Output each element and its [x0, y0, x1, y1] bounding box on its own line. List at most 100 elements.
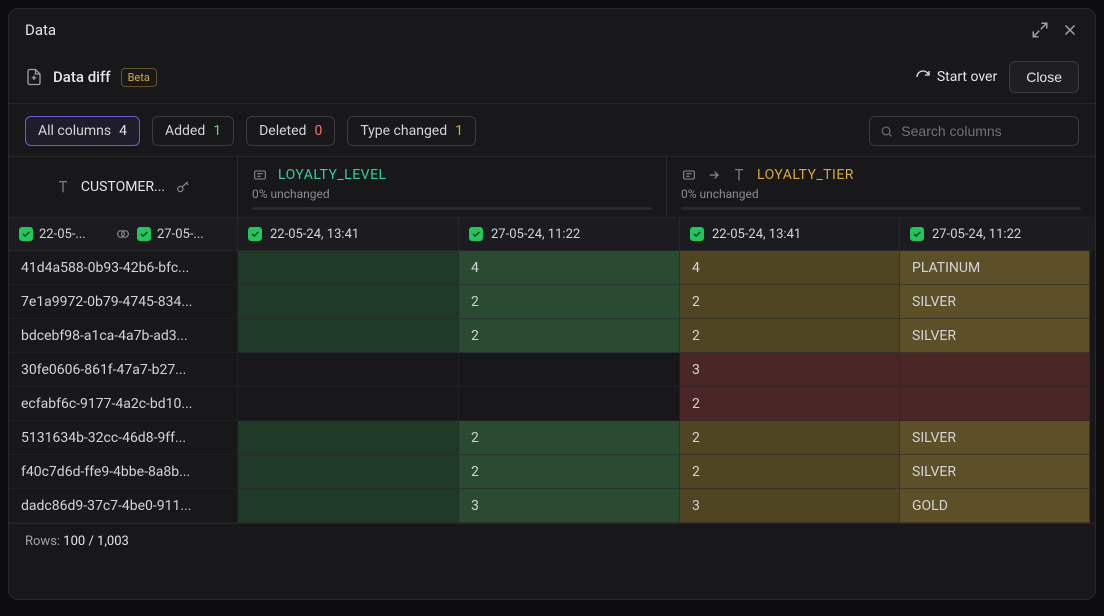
table-row[interactable]: 30fe0606-861f-47a7-b27... 3 — [9, 353, 1095, 387]
snapshot-b: 27-05-24, 11:22 — [932, 227, 1021, 242]
table-cell: bdcebf98-a1ca-4a7b-ad3... — [9, 319, 238, 353]
table: CUSTOMER... LOYALTY_LEVEL 0% unchanged L… — [9, 156, 1095, 599]
table-cell: SILVER — [900, 285, 1090, 319]
table-cell: 30fe0606-861f-47a7-b27... — [9, 353, 238, 387]
table-cell: 2 — [680, 319, 900, 353]
table-row[interactable]: 41d4a588-0b93-42b6-bfc...44PLATINUM — [9, 251, 1095, 285]
table-cell: SILVER — [900, 455, 1090, 489]
filters-bar: All columns 4 Added 1 Deleted 0 Type cha… — [9, 104, 1095, 156]
table-cell — [238, 251, 459, 285]
search-icon — [880, 124, 893, 139]
table-cell — [459, 353, 680, 387]
start-over-button[interactable]: Start over — [915, 69, 997, 85]
table-cell: 2 — [459, 421, 680, 455]
number-type-icon — [252, 167, 268, 183]
column-header-loyalty-level[interactable]: LOYALTY_LEVEL 0% unchanged — [238, 157, 667, 217]
table-cell: ecfabf6c-9177-4a2c-bd10... — [9, 387, 238, 421]
check-icon — [910, 227, 924, 241]
close-icon[interactable] — [1061, 21, 1079, 39]
modal-title: Data — [25, 21, 56, 39]
table-row[interactable]: f40c7d6d-ffe9-4bbe-8a8b...22SILVER — [9, 455, 1095, 489]
column-header-loyalty-tier[interactable]: LOYALTY_TIER 0% unchanged — [667, 157, 1095, 217]
column-label: LOYALTY_TIER — [757, 167, 854, 183]
table-cell — [238, 387, 459, 421]
column-label: CUSTOMER... — [81, 179, 165, 195]
table-cell — [900, 387, 1090, 421]
table-cell — [238, 319, 459, 353]
toolbar: Data diff Beta Start over Close — [9, 51, 1095, 104]
filter-all-columns[interactable]: All columns 4 — [25, 116, 140, 146]
table-cell: 3 — [680, 353, 900, 387]
filter-added[interactable]: Added 1 — [152, 116, 234, 146]
check-icon — [19, 227, 33, 241]
table-row[interactable]: bdcebf98-a1ca-4a7b-ad3...22SILVER — [9, 319, 1095, 353]
table-cell: 5131634b-32cc-46d8-9ff... — [9, 421, 238, 455]
table-cell — [238, 285, 459, 319]
close-button[interactable]: Close — [1009, 61, 1079, 93]
key-icon — [175, 179, 191, 195]
snapshot-cell: 22-05-24, 13:41 — [680, 217, 900, 251]
snapshot-b-short: 27-05-... — [157, 227, 204, 242]
table-cell — [238, 421, 459, 455]
snapshot-a: 22-05-24, 13:41 — [712, 227, 801, 242]
table-cell: PLATINUM — [900, 251, 1090, 285]
table-cell: 2 — [680, 455, 900, 489]
text-type-icon — [731, 167, 747, 183]
table-row[interactable]: 5131634b-32cc-46d8-9ff...22SILVER — [9, 421, 1095, 455]
snapshot-id-cell: 22-05-... 27-05-... — [9, 217, 238, 251]
snapshot-cell: 27-05-24, 11:22 — [900, 217, 1090, 251]
table-cell: 4 — [680, 251, 900, 285]
filter-label: Deleted — [259, 123, 306, 139]
table-cell: f40c7d6d-ffe9-4bbe-8a8b... — [9, 455, 238, 489]
table-cell — [238, 489, 459, 523]
titlebar-actions — [1031, 21, 1079, 39]
search-input-wrap[interactable] — [869, 116, 1079, 146]
table-cell: 4 — [459, 251, 680, 285]
filter-deleted[interactable]: Deleted 0 — [246, 116, 335, 146]
table-cell: 2 — [680, 387, 900, 421]
arrow-right-icon — [707, 168, 721, 182]
footer-prefix: Rows: — [25, 534, 60, 549]
table-row[interactable]: dadc86d9-37c7-4be0-911...33GOLD — [9, 489, 1095, 523]
column-header-customer-id[interactable]: CUSTOMER... — [9, 157, 238, 217]
table-cell — [238, 455, 459, 489]
filter-count: 1 — [213, 123, 221, 139]
table-cell: 3 — [680, 489, 900, 523]
check-icon — [690, 227, 704, 241]
snapshot-cell: 22-05-24, 13:41 — [238, 217, 459, 251]
search-input[interactable] — [901, 123, 1068, 139]
snapshot-cell: 27-05-24, 11:22 — [459, 217, 680, 251]
table-cell: dadc86d9-37c7-4be0-911... — [9, 489, 238, 523]
filter-count: 4 — [119, 123, 127, 139]
text-type-icon — [55, 179, 71, 195]
check-icon — [248, 227, 262, 241]
table-cell: SILVER — [900, 319, 1090, 353]
table-cell: GOLD — [900, 489, 1090, 523]
expand-icon[interactable] — [1031, 21, 1049, 39]
table-row[interactable]: ecfabf6c-9177-4a2c-bd10... 2 — [9, 387, 1095, 421]
table-row[interactable]: 7e1a9972-0b79-4745-834...22SILVER — [9, 285, 1095, 319]
snapshot-a: 22-05-24, 13:41 — [270, 227, 359, 242]
table-cell — [900, 353, 1090, 387]
column-label: LOYALTY_LEVEL — [278, 167, 387, 183]
snapshot-a-short: 22-05-... — [39, 227, 86, 242]
table-cell: 41d4a588-0b93-42b6-bfc... — [9, 251, 238, 285]
file-diff-icon — [25, 68, 43, 86]
snapshot-header-row: 22-05-... 27-05-... 22-05-24, 13:41 27-0… — [9, 217, 1095, 251]
table-cell: 2 — [459, 319, 680, 353]
snapshot-b: 27-05-24, 11:22 — [491, 227, 580, 242]
filter-count: 0 — [314, 123, 322, 139]
toolbar-title: Data diff — [53, 68, 111, 86]
number-type-icon — [681, 167, 697, 183]
filter-count: 1 — [455, 123, 463, 139]
table-cell: SILVER — [900, 421, 1090, 455]
check-icon — [469, 227, 483, 241]
progress-bar — [252, 207, 652, 210]
footer-count: 100 / 1,003 — [63, 534, 129, 549]
table-cell: 2 — [680, 421, 900, 455]
filter-type-changed[interactable]: Type changed 1 — [347, 116, 476, 146]
check-icon — [137, 227, 151, 241]
filter-label: All columns — [38, 123, 111, 139]
table-cell: 3 — [459, 489, 680, 523]
beta-badge: Beta — [121, 68, 157, 87]
